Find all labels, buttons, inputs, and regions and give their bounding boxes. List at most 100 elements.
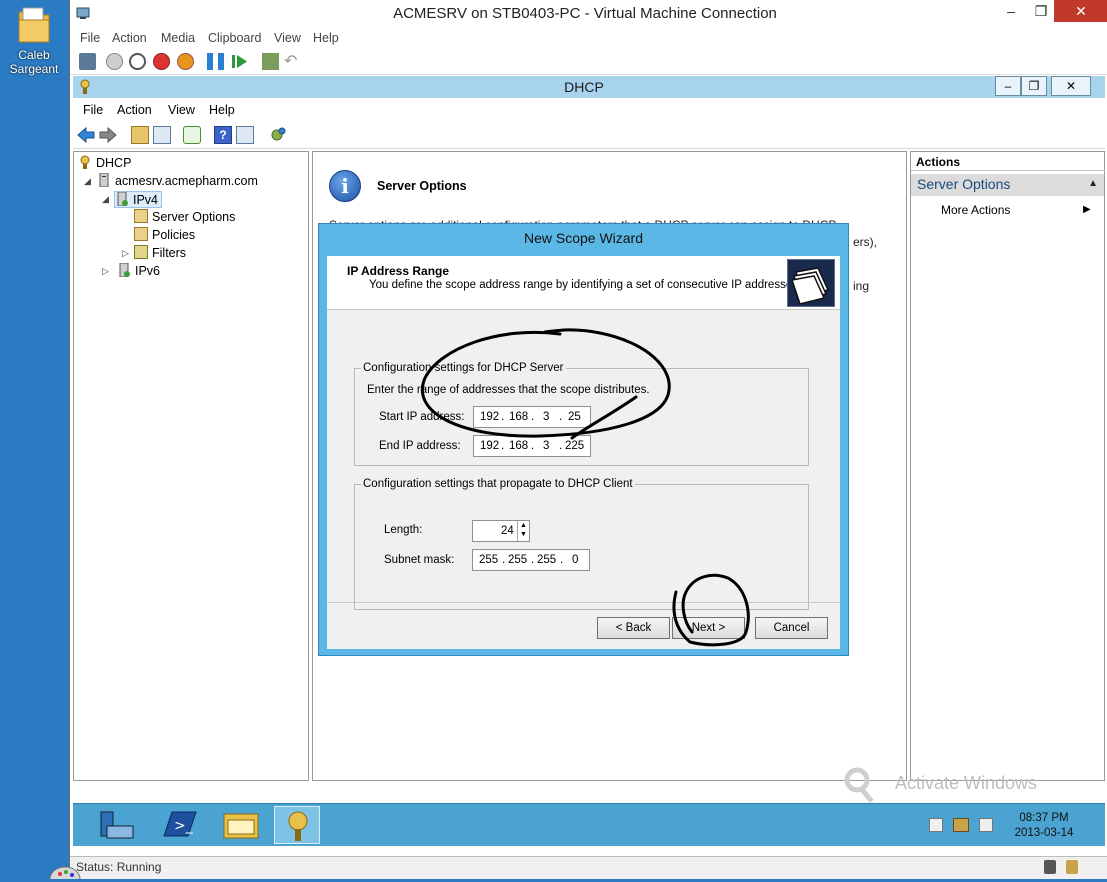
results-heading: Server Options [377, 179, 467, 193]
next-button[interactable]: Next > [672, 617, 745, 639]
vm-menu-media[interactable]: Media [161, 31, 195, 45]
length-spinner[interactable]: 24 ▲ ▼ [472, 520, 530, 542]
subnet-mask-label: Subnet mask: [384, 554, 455, 566]
dhcp-menu-file[interactable]: File [83, 103, 103, 117]
console-tree: DHCP ◢ acmesrv.acmepharm.com ◢ IPv4 Serv… [73, 151, 309, 781]
activation-watermark: Activate Windows [895, 773, 1038, 793]
dhcp-menu-action[interactable]: Action [117, 103, 152, 117]
dhcp-toolbar: ? [73, 121, 1105, 149]
vm-window-title: ACMESRV on STB0403-PC - Virtual Machine … [393, 5, 777, 22]
desktop-folder-caleb-sargeant[interactable]: Caleb Sargeant [6, 4, 62, 76]
properties-gear-icon[interactable] [269, 126, 287, 144]
revert-icon[interactable]: ↶ [284, 53, 301, 70]
vm-menu-file[interactable]: File [80, 31, 100, 45]
desktop-icon-label-2: Sargeant [9, 62, 59, 76]
wizard-folders-icon [787, 259, 835, 307]
folder-icon [17, 4, 51, 44]
forward-arrow-icon[interactable] [99, 126, 117, 144]
vm-menu-action[interactable]: Action [112, 31, 147, 45]
dhcp-menu-view[interactable]: View [168, 103, 195, 117]
tree-node-policies[interactable]: Policies [134, 227, 195, 244]
file-explorer-icon[interactable] [218, 806, 264, 844]
tree-node-ipv4[interactable]: IPv4 [114, 191, 163, 208]
save-state-icon[interactable] [177, 53, 194, 70]
collapse-triangle-icon[interactable]: ▲ [1088, 178, 1098, 189]
new-scope-wizard-dialog: New Scope Wizard IP Address Range You de… [318, 223, 849, 656]
wizard-title: New Scope Wizard [523, 230, 644, 246]
wizard-page-subheading: You define the scope address range by id… [369, 279, 802, 291]
action-center-flag-icon[interactable] [929, 818, 943, 832]
dhcp-taskbar-icon[interactable] [274, 806, 320, 844]
powershell-icon[interactable]: >_ [156, 806, 202, 844]
pause-icon[interactable] [207, 53, 224, 70]
server-options-icon [134, 209, 148, 223]
wizard-body: IP Address Range You define the scope ad… [327, 256, 840, 649]
shutdown-icon[interactable] [153, 53, 170, 70]
actions-section-server-options[interactable]: Server Options ▲ [911, 174, 1104, 196]
turn-off-icon[interactable] [129, 53, 146, 70]
help-icon[interactable]: ? [214, 126, 232, 144]
end-ip-label: End IP address: [379, 440, 461, 452]
dhcp-close-button[interactable]: ✕ [1051, 76, 1091, 96]
tree-node-ipv6[interactable]: IPv6 [117, 262, 160, 280]
close-button[interactable]: ✕ [1054, 0, 1107, 22]
vm-menubar: File Action Media Clipboard View Help [70, 28, 1107, 48]
tree-expander-filters[interactable]: ▷ [122, 248, 129, 259]
svg-text:>_: >_ [174, 818, 194, 834]
tree-expander-ipv4[interactable]: ◢ [102, 194, 109, 205]
minimize-button[interactable]: – [996, 0, 1026, 22]
more-actions-link[interactable]: More Actions [941, 203, 1010, 217]
spinner-arrows-icon[interactable]: ▲ ▼ [517, 521, 529, 541]
restore-button[interactable]: ❐ [1026, 0, 1056, 22]
cancel-button[interactable]: Cancel [755, 617, 828, 639]
server-manager-icon[interactable] [93, 806, 139, 844]
refresh-icon[interactable] [183, 126, 201, 144]
vm-menu-help[interactable]: Help [313, 31, 339, 45]
tree-node-server-options[interactable]: Server Options [134, 209, 235, 226]
start-ip-input[interactable]: 192 . 168 . 3 . 25 [473, 406, 591, 428]
resume-icon[interactable] [231, 53, 248, 70]
up-folder-icon[interactable] [131, 126, 149, 144]
tree-expander-server[interactable]: ◢ [84, 176, 91, 187]
vm-status-bar: Status: Running [70, 856, 1107, 879]
vm-toolbar: ↶ [70, 49, 1107, 75]
range-instruction: Enter the range of addresses that the sc… [367, 384, 650, 396]
end-ip-input[interactable]: 192 . 168 . 3 . 225 [473, 435, 591, 457]
ipv6-icon [117, 262, 131, 278]
tree-node-filters[interactable]: Filters [134, 245, 186, 262]
tree-expander-ipv6[interactable]: ▷ [102, 266, 109, 277]
ctrl-alt-del-icon[interactable] [79, 53, 96, 70]
taskbar-clock[interactable]: 08:37 PM 2013-03-14 [1009, 811, 1079, 841]
wizard-separator [327, 602, 840, 603]
guest-screen: DHCP – ❐ ✕ File Action View Help ? DHCP [73, 76, 1105, 856]
checkpoint-icon[interactable] [262, 53, 279, 70]
client-settings-group: Configuration settings that propagate to… [354, 478, 809, 610]
results-description-fragment-1: ers), [853, 235, 877, 249]
dhcp-menubar: File Action View Help [73, 99, 1105, 120]
show-hide-tree-icon[interactable] [153, 126, 171, 144]
back-button[interactable]: < Back [597, 617, 670, 639]
tree-node-dhcp[interactable]: DHCP [78, 155, 131, 172]
action-pane-icon[interactable] [236, 126, 254, 144]
clock-date: 2013-03-14 [1014, 827, 1074, 839]
vm-status-text: Status: Running [76, 860, 162, 874]
dhcp-restore-button[interactable]: ❐ [1021, 76, 1047, 96]
vm-connection-window: ACMESRV on STB0403-PC - Virtual Machine … [69, 0, 1107, 879]
back-arrow-icon[interactable] [77, 126, 95, 144]
subnet-mask-input[interactable]: 255 . 255 . 255 . 0 [472, 549, 590, 571]
actions-pane: Actions Server Options ▲ More Actions ▶ [910, 151, 1105, 781]
dhcp-titlebar: DHCP – ❐ ✕ [73, 76, 1105, 98]
dhcp-minimize-button[interactable]: – [995, 76, 1021, 96]
actions-header: Actions [911, 152, 1105, 171]
vm-menu-view[interactable]: View [274, 31, 301, 45]
tree-node-server[interactable]: acmesrv.acmepharm.com [97, 172, 258, 190]
vm-menu-clipboard[interactable]: Clipboard [208, 31, 262, 45]
desktop-icon-label-1: Caleb [18, 48, 50, 62]
network-icon[interactable] [953, 818, 969, 832]
submenu-arrow-icon[interactable]: ▶ [1083, 204, 1091, 215]
dhcp-window-title: DHCP [564, 79, 604, 95]
dhcp-menu-help[interactable]: Help [209, 103, 235, 117]
start-icon[interactable] [106, 53, 123, 70]
server-settings-legend: Configuration settings for DHCP Server [363, 362, 564, 374]
volume-muted-icon[interactable] [979, 818, 993, 832]
